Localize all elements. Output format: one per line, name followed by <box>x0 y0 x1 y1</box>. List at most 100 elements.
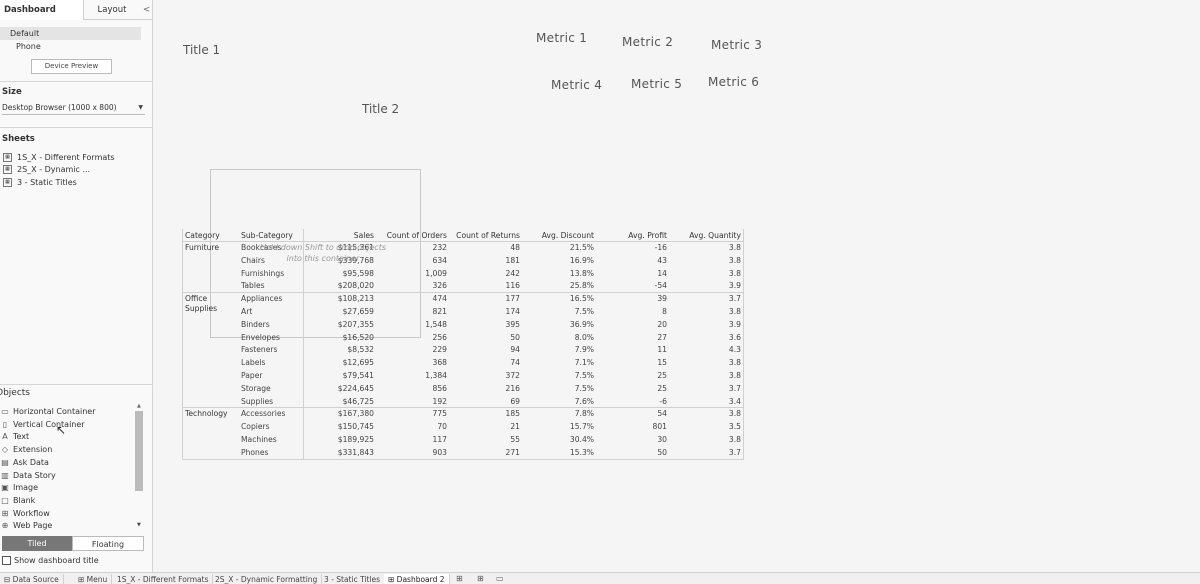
column-header-category[interactable]: Category <box>185 231 220 240</box>
new-worksheet-icon[interactable]: ⊞ <box>456 573 463 584</box>
data-story-icon: ▥ <box>1 470 9 480</box>
metric-4[interactable]: Metric 4 <box>551 78 602 92</box>
object-item[interactable]: ⊕ Web Page <box>0 520 53 532</box>
value-cell: -16 <box>654 243 667 252</box>
object-item[interactable]: □ Blank <box>0 495 35 507</box>
value-cell: 69 <box>510 396 520 406</box>
table-row[interactable]: Supplies $46,725 192 69 7.6% -6 3.4 <box>182 395 744 408</box>
table-row[interactable]: Accessories $167,380 775 185 7.8% 54 3.8 <box>182 407 744 420</box>
objects-scrollbar[interactable] <box>135 411 143 491</box>
column-header-sales[interactable]: Sales <box>354 231 374 240</box>
column-header-avg-quantity[interactable]: Avg. Quantity <box>689 231 741 240</box>
database-icon: ⊟ <box>4 575 13 584</box>
sub-category-cell: Accessories <box>241 409 286 419</box>
objects-section-title: Objects <box>0 388 31 398</box>
table-row[interactable]: Machines $189,925 117 55 30.4% 30 3.8 <box>182 433 744 446</box>
object-item-label: Image <box>13 483 39 493</box>
value-cell: 216 <box>505 383 521 393</box>
sheet-item[interactable]: ▦ 3 - Static Titles <box>3 177 77 189</box>
table-row[interactable]: Furnishings $95,598 1,009 242 13.8% 14 3.8 <box>182 267 744 280</box>
device-preview-button[interactable]: Device Preview <box>31 59 112 74</box>
metric-2[interactable]: Metric 2 <box>622 35 673 49</box>
object-item[interactable]: ▯ Vertical Container <box>0 419 85 431</box>
device-option-default[interactable]: Default <box>0 27 141 40</box>
value-cell: 117 <box>432 435 448 444</box>
scroll-down-icon[interactable]: ▼ <box>137 522 141 528</box>
value-cell: 177 <box>505 294 521 304</box>
tiled-toggle[interactable]: Tiled <box>2 536 72 551</box>
value-cell: 368 <box>432 358 448 368</box>
object-item[interactable]: ▣ Image <box>0 482 38 494</box>
tab-layout[interactable]: Layout <box>84 0 140 20</box>
title-2[interactable]: Title 2 <box>362 102 399 116</box>
table-row[interactable]: Art $27,659 821 174 7.5% 8 3.8 <box>182 305 744 318</box>
value-cell: 7.5% <box>574 371 594 380</box>
show-dashboard-title-checkbox[interactable]: Show dashboard title <box>2 556 99 566</box>
value-cell: 14 <box>657 268 667 278</box>
table-row[interactable]: Binders $207,355 1,548 395 36.9% 20 3.9 <box>182 318 744 331</box>
column-header-avg-discount[interactable]: Avg. Discount <box>542 231 594 240</box>
object-item-label: Workflow <box>13 508 50 518</box>
column-header-avg-profit[interactable]: Avg. Profit <box>628 231 667 240</box>
tab-data-source[interactable]: ⊟ Data Source <box>0 574 64 584</box>
value-cell: 326 <box>432 281 448 291</box>
table-row[interactable]: Storage $224,645 856 216 7.5% 25 3.7 <box>182 382 744 395</box>
value-cell: 25 <box>657 383 667 393</box>
table-row[interactable]: Tables $208,020 326 116 25.8% -54 3.9 <box>182 279 744 292</box>
object-item-label: Data Story <box>13 470 56 480</box>
table-row[interactable]: Appliances $108,213 474 177 16.5% 39 3.7 <box>182 292 744 305</box>
device-option-phone[interactable]: Phone <box>0 40 141 53</box>
column-header-sub-category[interactable]: Sub-Category <box>241 231 293 240</box>
sheet-item[interactable]: ▦ 2S_X - Dynamic ... <box>3 164 90 176</box>
value-cell: 7.6% <box>574 396 594 406</box>
value-cell: 229 <box>432 345 448 355</box>
column-header-count-of-orders[interactable]: Count of Orders <box>387 231 447 240</box>
object-item[interactable]: ◇ Extension <box>0 444 52 456</box>
tab-label: Data Source <box>12 575 59 584</box>
scroll-up-icon[interactable]: ▲ <box>137 403 141 409</box>
table-row[interactable]: Fasteners $8,532 229 94 7.9% 11 4.3 <box>182 343 744 356</box>
value-cell: $16,520 <box>342 332 374 342</box>
size-select[interactable]: Desktop Browser (1000 x 800) ▼ <box>2 100 145 115</box>
tab-menu[interactable]: ⊞ Menu <box>74 574 113 584</box>
value-cell: 181 <box>505 255 521 265</box>
new-story-icon[interactable]: ▭ <box>496 573 504 584</box>
value-cell: 271 <box>505 447 521 457</box>
sheet-item[interactable]: ▦ 1S_X - Different Formats <box>3 152 115 164</box>
floating-toggle[interactable]: Floating <box>72 536 144 551</box>
value-cell: 48 <box>510 243 520 252</box>
title-1[interactable]: Title 1 <box>183 43 220 57</box>
sub-category-cell: Copiers <box>241 422 270 432</box>
value-cell: 15 <box>657 358 667 368</box>
value-cell: 21.5% <box>569 243 594 252</box>
sub-category-cell: Paper <box>241 371 263 380</box>
table-row[interactable]: Paper $79,541 1,384 372 7.5% 25 3.8 <box>182 369 744 382</box>
table-row[interactable]: Copiers $150,745 70 21 15.7% 801 3.5 <box>182 420 744 433</box>
table-row[interactable]: Labels $12,695 368 74 7.1% 15 3.8 <box>182 356 744 369</box>
metric-6[interactable]: Metric 6 <box>708 75 759 89</box>
column-header-count-of-returns[interactable]: Count of Returns <box>456 231 520 240</box>
object-item[interactable]: ▥ Data Story <box>0 470 56 482</box>
tab-dashboard[interactable]: Dashboard <box>0 0 84 20</box>
drop-hint-text: Hold down Shift to drop objects into thi… <box>259 243 387 263</box>
tab-1s-x-different-formats[interactable]: 1S_X - Different Formats <box>113 574 214 584</box>
metric-1[interactable]: Metric 1 <box>536 31 587 45</box>
workflow-icon: ⊞ <box>1 508 9 518</box>
object-item[interactable]: ▭ Horizontal Container <box>0 406 95 418</box>
table-row[interactable]: Envelopes $16,520 256 50 8.0% 27 3.6 <box>182 331 744 344</box>
metric-3[interactable]: Metric 3 <box>711 38 762 52</box>
tab-2s-x-dynamic-formatting[interactable]: 2S_X - Dynamic Formatting <box>211 574 323 584</box>
table-divider <box>743 229 744 459</box>
new-dashboard-icon[interactable]: ⊞ <box>477 573 484 584</box>
value-cell: 174 <box>505 307 521 316</box>
object-item[interactable]: ⊞ Workflow <box>0 508 50 520</box>
metric-5[interactable]: Metric 5 <box>631 77 682 91</box>
value-cell: $95,598 <box>342 268 374 278</box>
table-row[interactable]: Phones $331,843 903 271 15.3% 50 3.7 <box>182 446 744 459</box>
tab-dashboard-2[interactable]: ⊞ Dashboard 2 <box>384 574 450 584</box>
tab-3-static-titles[interactable]: 3 - Static Titles <box>320 574 386 584</box>
collapse-pane-icon[interactable]: < <box>140 0 153 20</box>
object-item[interactable]: ▤ Ask Data <box>0 457 49 469</box>
value-cell: 1,384 <box>425 371 447 380</box>
object-item[interactable]: A Text <box>0 431 29 443</box>
